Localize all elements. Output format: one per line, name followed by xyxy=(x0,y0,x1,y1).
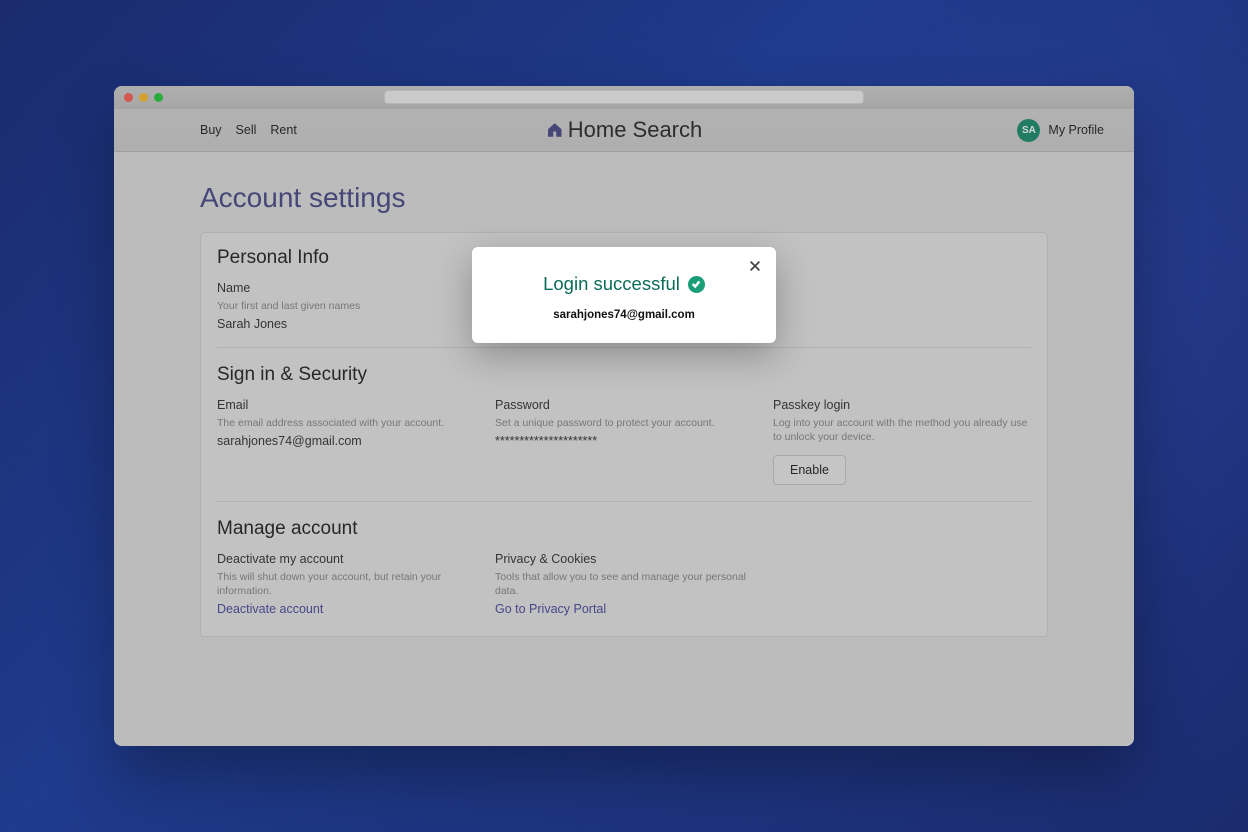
profile-label: My Profile xyxy=(1048,123,1104,137)
site-header: Buy Sell Rent Home Search SA My Profile xyxy=(114,109,1134,152)
modal-title: Login successful xyxy=(543,273,705,295)
close-window-icon[interactable] xyxy=(124,93,133,102)
passkey-desc: Log into your account with the method yo… xyxy=(773,416,1031,444)
success-check-icon xyxy=(688,276,705,293)
privacy-label: Privacy & Cookies xyxy=(495,552,753,566)
avatar: SA xyxy=(1017,119,1040,142)
modal-title-text: Login successful xyxy=(543,273,680,295)
close-icon xyxy=(748,259,762,273)
name-value: Sarah Jones xyxy=(217,317,475,331)
window-titlebar xyxy=(114,86,1134,109)
password-label: Password xyxy=(495,398,753,412)
password-value: ********************* xyxy=(495,434,753,448)
deactivate-label: Deactivate my account xyxy=(217,552,475,566)
nav-sell[interactable]: Sell xyxy=(236,123,257,137)
minimize-window-icon[interactable] xyxy=(139,93,148,102)
email-label: Email xyxy=(217,398,475,412)
nav-rent[interactable]: Rent xyxy=(270,123,296,137)
primary-nav: Buy Sell Rent xyxy=(200,123,297,137)
privacy-desc: Tools that allow you to see and manage y… xyxy=(495,570,753,598)
profile-menu[interactable]: SA My Profile xyxy=(1017,119,1104,142)
email-desc: The email address associated with your a… xyxy=(217,416,475,430)
modal-subtitle: sarahjones74@gmail.com xyxy=(490,309,758,321)
page-content: Account settings Personal Info Name Your… xyxy=(114,152,1134,746)
window-traffic-lights xyxy=(124,93,163,102)
name-desc: Your first and last given names xyxy=(217,299,475,313)
home-icon xyxy=(546,121,564,139)
privacy-link[interactable]: Go to Privacy Portal xyxy=(495,602,753,616)
page-title: Account settings xyxy=(200,182,1048,214)
divider xyxy=(217,347,1031,348)
email-value: sarahjones74@gmail.com xyxy=(217,434,475,448)
password-desc: Set a unique password to protect your ac… xyxy=(495,416,753,430)
brand-text: Home Search xyxy=(568,117,703,143)
deactivate-link[interactable]: Deactivate account xyxy=(217,602,475,616)
security-heading: Sign in & Security xyxy=(217,364,1031,386)
desktop-background: Buy Sell Rent Home Search SA My Profile … xyxy=(0,0,1248,832)
divider xyxy=(217,501,1031,502)
browser-window: Buy Sell Rent Home Search SA My Profile … xyxy=(114,86,1134,746)
manage-heading: Manage account xyxy=(217,518,1031,540)
nav-buy[interactable]: Buy xyxy=(200,123,222,137)
brand[interactable]: Home Search xyxy=(546,117,703,143)
enable-passkey-button[interactable]: Enable xyxy=(773,455,846,485)
passkey-label: Passkey login xyxy=(773,398,1031,412)
address-bar[interactable] xyxy=(384,90,864,104)
deactivate-desc: This will shut down your account, but re… xyxy=(217,570,475,598)
name-label: Name xyxy=(217,281,475,295)
maximize-window-icon[interactable] xyxy=(154,93,163,102)
login-success-modal: Login successful sarahjones74@gmail.com xyxy=(472,247,776,343)
modal-close-button[interactable] xyxy=(746,257,764,275)
